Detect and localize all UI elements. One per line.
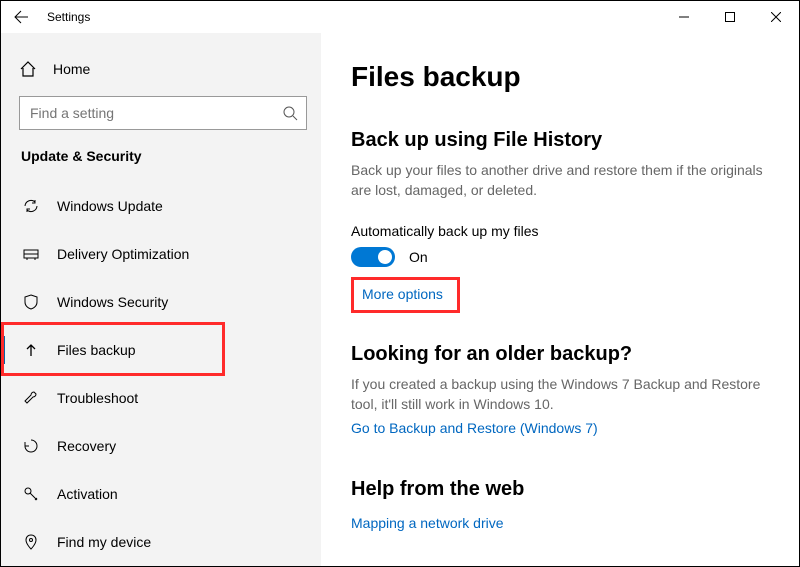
sidebar-item-delivery-optimization[interactable]: Delivery Optimization xyxy=(19,230,307,278)
titlebar: Settings xyxy=(1,1,799,33)
sidebar-item-find-my-device[interactable]: Find my device xyxy=(19,518,307,566)
home-icon xyxy=(19,60,37,78)
window-controls xyxy=(661,1,799,33)
section-title-file-history: Back up using File History xyxy=(351,129,769,152)
help-link-mapping-drive[interactable]: Mapping a network drive xyxy=(351,515,504,531)
section-desc-older-backup: If you created a backup using the Window… xyxy=(351,374,769,415)
sidebar-item-windows-security[interactable]: Windows Security xyxy=(19,278,307,326)
sidebar-item-troubleshoot[interactable]: Troubleshoot xyxy=(19,374,307,422)
recovery-icon xyxy=(21,437,41,455)
sidebar-item-label: Activation xyxy=(57,486,118,502)
home-label: Home xyxy=(53,61,90,77)
sidebar-item-label: Recovery xyxy=(57,438,116,454)
search-input[interactable] xyxy=(30,105,272,121)
sync-icon xyxy=(21,197,41,215)
backup-arrow-icon xyxy=(21,341,41,359)
sidebar-item-label: Windows Security xyxy=(57,294,168,310)
auto-backup-toggle[interactable] xyxy=(351,247,395,267)
location-icon xyxy=(21,533,41,551)
key-icon xyxy=(21,485,41,503)
maximize-button[interactable] xyxy=(707,1,753,33)
sidebar-item-files-backup[interactable]: Files backup xyxy=(19,326,307,374)
sidebar-item-windows-update[interactable]: Windows Update xyxy=(19,182,307,230)
more-options-link[interactable]: More options xyxy=(362,286,443,302)
sidebar-item-label: Files backup xyxy=(57,342,136,358)
sidebar-item-recovery[interactable]: Recovery xyxy=(19,422,307,470)
sidebar: Home Update & Security Windows Update De… xyxy=(1,33,321,566)
help-title: Help from the web xyxy=(351,478,769,501)
backup-restore-link[interactable]: Go to Backup and Restore (Windows 7) xyxy=(351,420,598,436)
close-icon xyxy=(771,12,781,22)
page-title: Files backup xyxy=(351,61,769,93)
wrench-icon xyxy=(21,389,41,407)
toggle-knob xyxy=(378,250,392,264)
search-icon xyxy=(282,105,298,121)
sidebar-category: Update & Security xyxy=(19,148,307,164)
toggle-row: On xyxy=(351,247,769,267)
arrow-left-icon xyxy=(13,9,29,25)
toggle-state: On xyxy=(409,249,428,265)
window-title: Settings xyxy=(47,10,90,24)
sidebar-item-activation[interactable]: Activation xyxy=(19,470,307,518)
home-button[interactable]: Home xyxy=(19,51,307,86)
sidebar-item-label: Delivery Optimization xyxy=(57,246,189,262)
settings-window: Settings Home Update & Security xyxy=(0,0,800,567)
section-desc-file-history: Back up your files to another drive and … xyxy=(351,160,769,201)
main-panel: Files backup Back up using File History … xyxy=(321,33,799,566)
minimize-icon xyxy=(679,12,689,22)
close-button[interactable] xyxy=(753,1,799,33)
shield-icon xyxy=(21,293,41,311)
sidebar-item-label: Troubleshoot xyxy=(57,390,138,406)
section-title-older-backup: Looking for an older backup? xyxy=(351,343,769,366)
sidebar-nav: Windows Update Delivery Optimization Win… xyxy=(19,182,307,566)
sidebar-item-label: Find my device xyxy=(57,534,151,550)
minimize-button[interactable] xyxy=(661,1,707,33)
back-button[interactable] xyxy=(7,3,35,31)
sidebar-item-label: Windows Update xyxy=(57,198,163,214)
toggle-label: Automatically back up my files xyxy=(351,223,769,239)
delivery-icon xyxy=(21,245,41,263)
maximize-icon xyxy=(725,12,735,22)
annotation-highlight-more-options: More options xyxy=(351,277,460,313)
search-box[interactable] xyxy=(19,96,307,130)
window-body: Home Update & Security Windows Update De… xyxy=(1,33,799,566)
